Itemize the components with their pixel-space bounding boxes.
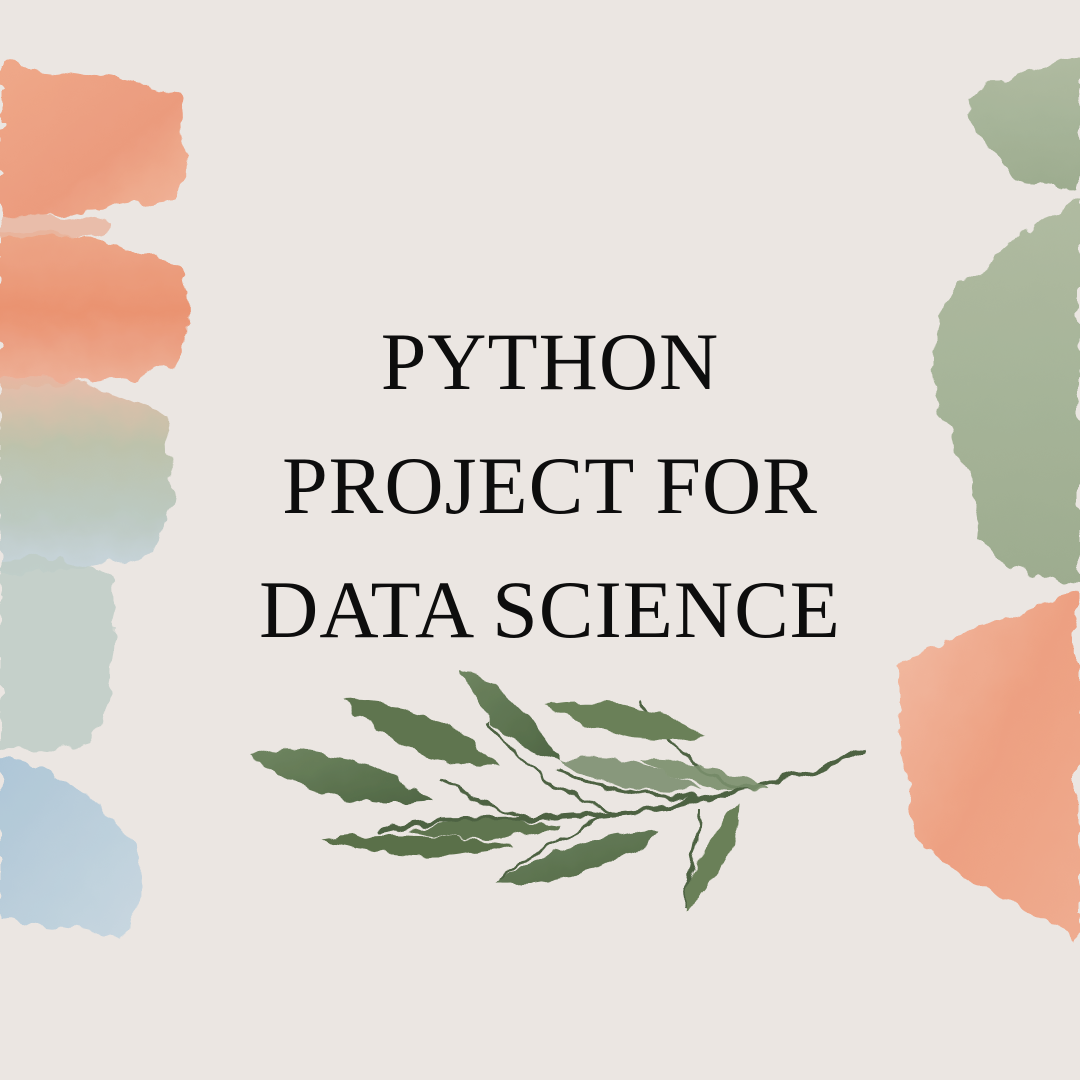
- title-line-1: PYTHON: [380, 316, 720, 407]
- poster-canvas: PYTHON PROJECT FOR DATA SCIENCE: [0, 0, 1080, 1080]
- title-line-2: PROJECT FOR: [282, 440, 818, 531]
- leaf-branch: [252, 668, 863, 910]
- title-line-3: DATA SCIENCE: [259, 564, 841, 655]
- poster-title: PYTHON PROJECT FOR DATA SCIENCE: [160, 300, 940, 672]
